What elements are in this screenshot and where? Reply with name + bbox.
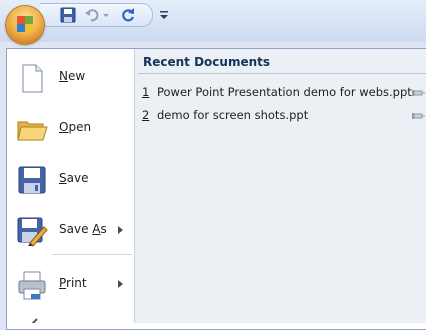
undo-dropdown-icon[interactable] [102, 7, 110, 23]
open-folder-icon [16, 113, 48, 145]
recent-item-number: 2 [142, 108, 150, 122]
prepare-icon [25, 317, 39, 323]
save-command[interactable]: Save [7, 157, 134, 203]
pin-icon[interactable] [411, 87, 425, 97]
customize-dropdown-icon[interactable] [158, 7, 174, 23]
print-command[interactable]: Print [7, 262, 134, 308]
recent-item-number: 1 [142, 85, 150, 99]
recent-item[interactable]: 1 Power Point Presentation demo for webs… [142, 85, 426, 103]
print-icon [16, 269, 48, 301]
recent-item-name: demo for screen shots.ppt [157, 108, 309, 122]
save-mnemonic: S [59, 171, 67, 185]
office-logo-icon [17, 16, 33, 32]
new-document-icon [16, 62, 48, 94]
print-mnemonic: P [59, 276, 67, 290]
save-as-label: s [100, 222, 107, 236]
save-icon [16, 164, 48, 196]
save-icon[interactable] [60, 7, 76, 23]
commands-pane: New Open Save Save As Print [7, 49, 135, 323]
office-button[interactable] [6, 6, 44, 44]
recent-title-divider [138, 73, 426, 74]
save-as-icon [16, 215, 48, 247]
open-command[interactable]: Open [7, 106, 134, 152]
new-command[interactable]: New [7, 55, 134, 101]
redo-icon[interactable] [120, 7, 136, 23]
recent-documents-title: Recent Documents [143, 55, 271, 69]
pin-icon[interactable] [411, 110, 425, 120]
print-label: rint [66, 276, 87, 290]
save-label: ave [66, 171, 89, 185]
new-label: ew [67, 69, 86, 83]
new-mnemonic: N [59, 69, 68, 83]
submenu-arrow-icon [118, 280, 123, 288]
submenu-arrow-icon [118, 226, 123, 234]
undo-icon[interactable] [84, 7, 100, 23]
save-as-label-prefix: Save [59, 222, 93, 236]
save-as-command[interactable]: Save As [7, 208, 134, 254]
quick-access-toolbar [40, 3, 153, 27]
menu-divider [52, 254, 132, 255]
save-as-mnemonic: A [92, 222, 101, 236]
recent-item[interactable]: 2 demo for screen shots.ppt [142, 108, 426, 126]
recent-item-name: Power Point Presentation demo for webs.p… [157, 85, 412, 99]
open-label: pen [68, 120, 92, 134]
